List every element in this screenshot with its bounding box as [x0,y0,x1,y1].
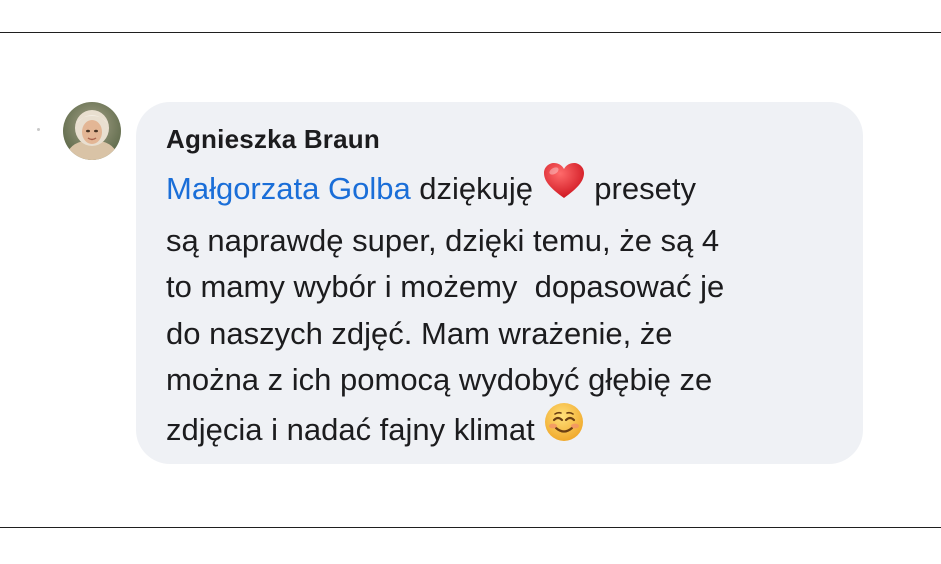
message-segment: dziękuję [410,170,542,206]
mention-link[interactable]: Małgorzata Golba [166,171,411,206]
message-line: zdjęcia i nadać fajny klimat [166,401,846,460]
comment-text: Małgorzata Golba dziękuję presety są nap… [166,161,846,460]
message-line: to mamy wybór i możemy dopasować je [166,269,725,304]
smiling-face-emoji-icon [543,401,585,457]
thread-marker [37,128,40,131]
message-line: można z ich pomocą wydobyć głębię ze [166,362,713,397]
heart-emoji-icon [542,161,586,215]
message-segment: zdjęcia i nadać fajny klimat [166,411,544,447]
message-line: Małgorzata Golba dziękuję presety [166,161,846,218]
message-segment: presety [594,170,696,206]
message-line: do naszych zdjęć. Mam wrażenie, że [166,315,673,351]
message-line: są naprawdę super, dzięki temu, że są 4 [166,222,720,258]
author-name[interactable]: Agnieszka Braun [166,124,380,155]
avatar[interactable] [63,102,121,160]
bottom-divider [0,527,941,528]
comment-screenshot: Agnieszka Braun Małgorzata Golba dziękuj… [0,0,941,564]
top-divider [0,32,941,33]
